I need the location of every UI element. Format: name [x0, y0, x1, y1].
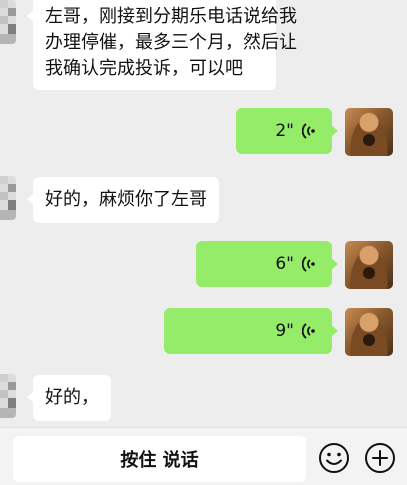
user-avatar[interactable] — [345, 308, 393, 356]
voice-duration: 2" — [275, 121, 294, 141]
message-text-line: 左哥，刚接到分期乐电话说给我 — [45, 6, 297, 27]
contact-avatar[interactable] — [0, 176, 16, 220]
emoji-icon[interactable] — [317, 441, 351, 475]
hold-to-talk-button[interactable]: 按住 说话 — [13, 436, 306, 482]
plus-icon[interactable] — [363, 441, 397, 475]
voice-message-bubble[interactable]: 6" — [196, 241, 338, 287]
message-text-line: 办理停催，最多三个月，然后让 — [45, 32, 297, 53]
voice-message-bubble[interactable]: 2" — [236, 108, 338, 154]
voice-duration: 9" — [275, 321, 294, 341]
voice-message-bubble[interactable]: 9" — [164, 308, 338, 354]
message-bubble-received[interactable]: 好的，麻烦你了左哥 — [27, 177, 219, 223]
user-avatar[interactable] — [345, 108, 393, 156]
message-text: 好的，麻烦你了左哥 — [45, 189, 207, 210]
message-bubble-received[interactable]: 左哥，刚接到分期乐电话说给我 办理停催，最多三个月，然后让 我确认完成投诉，可以… — [27, 0, 297, 90]
input-bar: 按住 说话 — [0, 427, 407, 485]
chat-area: 左哥，刚接到分期乐电话说给我 办理停催，最多三个月，然后让 我确认完成投诉，可以… — [0, 0, 407, 427]
voice-wave-icon — [302, 321, 318, 341]
message-text-line: 我确认完成投诉，可以吧 — [45, 58, 243, 79]
user-avatar[interactable] — [345, 241, 393, 289]
contact-avatar[interactable] — [0, 374, 16, 418]
voice-wave-icon — [302, 121, 318, 141]
message-bubble-received[interactable]: 好的， — [27, 375, 111, 421]
message-text: 好的， — [45, 387, 99, 408]
voice-duration: 6" — [275, 254, 294, 274]
voice-wave-icon — [302, 254, 318, 274]
contact-avatar[interactable] — [0, 0, 16, 44]
